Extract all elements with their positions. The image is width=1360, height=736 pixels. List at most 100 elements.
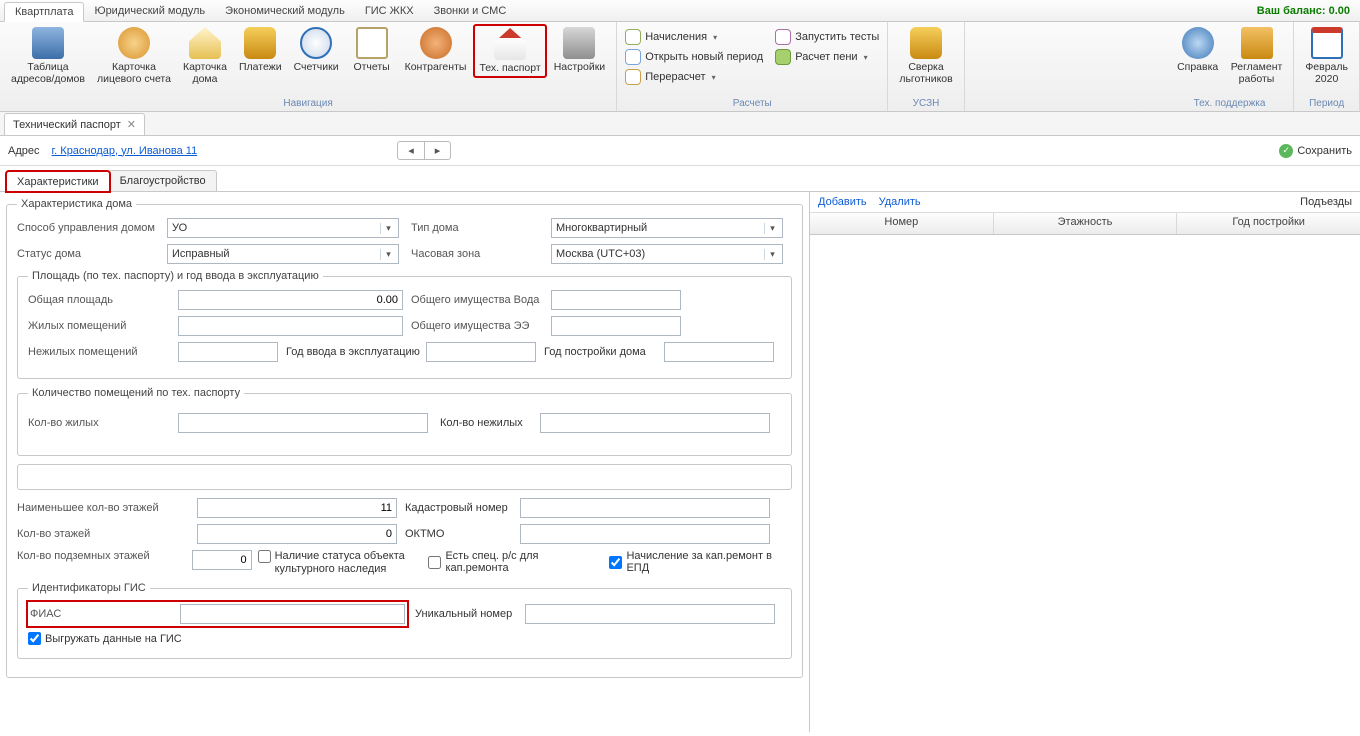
input-oktmo[interactable] — [520, 524, 770, 544]
cb-heritage[interactable]: Наличие статуса объекта культурного насл… — [258, 550, 423, 576]
btn-address-table[interactable]: Таблицаадресов/домов — [6, 24, 90, 88]
lbl-unique: Уникальный номер — [415, 608, 525, 620]
ritem-penalty[interactable]: Расчет пени▾ — [773, 48, 881, 66]
chevron-down-icon[interactable]: ▾ — [764, 223, 780, 234]
ribbon-body: Таблицаадресов/домов Карточкалицевого сч… — [0, 22, 1360, 112]
group-label-period: Период — [1300, 97, 1353, 111]
right-toolbar: Добавить Удалить Подъезды — [810, 192, 1360, 213]
btn-account-card[interactable]: Карточкалицевого счета — [92, 24, 176, 88]
right-title: Подъезды — [1300, 196, 1352, 208]
col-year[interactable]: Год постройки — [1177, 213, 1360, 234]
chevron-down-icon[interactable]: ▾ — [380, 223, 396, 234]
btn-reglament[interactable]: Регламентработы — [1226, 24, 1288, 88]
btn-help[interactable]: Справка — [1172, 24, 1224, 76]
cb-upload-gis[interactable]: Выгружать данные на ГИС — [28, 632, 182, 645]
btn-contractors[interactable]: Контрагенты — [400, 24, 472, 76]
ritem-charges[interactable]: Начисления▾ — [623, 28, 765, 46]
left-pane: Характеристика дома Способ управления до… — [0, 192, 810, 732]
btn-house-card[interactable]: Карточкадома — [178, 24, 232, 88]
group-label-uszn: УСЗН — [894, 97, 957, 111]
test-icon — [775, 29, 791, 45]
col-number[interactable]: Номер — [810, 213, 994, 234]
address-link[interactable]: г. Краснодар, ул. Иванова 11 — [52, 145, 198, 157]
chevron-down-icon: ▾ — [713, 33, 717, 42]
check-icon: ✓ — [1279, 144, 1293, 158]
ribbon-tab-calls[interactable]: Звонки и СМС — [424, 2, 517, 20]
house-red-icon — [494, 28, 526, 60]
close-icon[interactable]: ✕ — [127, 118, 136, 131]
ribbon-tabs: Квартплата Юридический модуль Экономичес… — [0, 0, 1360, 22]
house-icon — [189, 27, 221, 59]
lbl-min-floors: Наименьшее кол-во этажей — [17, 502, 197, 514]
lbl-tz: Часовая зона — [411, 248, 551, 260]
input-year-build[interactable] — [664, 342, 774, 362]
input-count-nonliving[interactable] — [540, 413, 770, 433]
input-total-area[interactable] — [178, 290, 403, 310]
balance-label: Ваш баланс: 0.00 — [1257, 5, 1356, 17]
document-tab-bar: Технический паспорт ✕ — [0, 112, 1360, 136]
ribbon-tab-legal[interactable]: Юридический модуль — [84, 2, 215, 20]
btn-delete[interactable]: Удалить — [879, 196, 921, 208]
btn-payments[interactable]: Платежи — [234, 24, 287, 76]
buildings-icon — [32, 27, 64, 59]
btn-tech-passport[interactable]: Тех. паспорт — [473, 24, 546, 78]
input-fias[interactable] — [180, 604, 405, 624]
combo-house-type[interactable]: Многоквартирный▾ — [551, 218, 783, 238]
btn-add[interactable]: Добавить — [818, 196, 867, 208]
save-button[interactable]: ✓ Сохранить — [1279, 144, 1352, 158]
ribbon-tab-kvartplata[interactable]: Квартплата — [4, 2, 84, 22]
recalc-icon — [625, 69, 641, 85]
btn-meters[interactable]: Счетчики — [289, 24, 344, 76]
help-icon — [1182, 27, 1214, 59]
doc-open-icon — [625, 49, 641, 65]
lbl-house-type: Тип дома — [411, 222, 551, 234]
lbl-living-area: Жилых помещений — [28, 320, 178, 332]
group-label-support: Тех. поддержка — [1172, 97, 1288, 111]
main-split: Характеристика дома Способ управления до… — [0, 192, 1360, 732]
combo-tz[interactable]: Москва (UTC+03)▾ — [551, 244, 783, 264]
btn-uszn[interactable]: Сверкальготников — [894, 24, 957, 88]
input-nonliving-area[interactable] — [178, 342, 278, 362]
input-underground[interactable] — [192, 550, 252, 570]
lbl-status: Статус дома — [17, 248, 167, 260]
next-button[interactable]: ▸ — [425, 142, 451, 159]
input-year-enter[interactable] — [426, 342, 536, 362]
combo-management[interactable]: УО▾ — [167, 218, 399, 238]
ritem-recalc[interactable]: Перерасчет▾ — [623, 68, 765, 86]
col-floors[interactable]: Этажность — [994, 213, 1178, 234]
combo-status[interactable]: Исправный▾ — [167, 244, 399, 264]
input-min-floors[interactable] — [197, 498, 397, 518]
input-living-area[interactable] — [178, 316, 403, 336]
input-cadastral[interactable] — [520, 498, 770, 518]
group-label-calc: Расчеты — [623, 97, 881, 111]
db-people-icon — [910, 27, 942, 59]
btn-period[interactable]: Февраль2020 — [1300, 24, 1353, 88]
ritem-open-period[interactable]: Открыть новый период — [623, 48, 765, 66]
calendar-icon — [1311, 27, 1343, 59]
input-unique[interactable] — [525, 604, 775, 624]
lbl-year-enter: Год ввода в эксплуатацию — [286, 346, 426, 358]
input-floors[interactable] — [197, 524, 397, 544]
document-tab[interactable]: Технический паспорт ✕ — [4, 113, 145, 135]
ribbon-tab-gis[interactable]: ГИС ЖКХ — [355, 2, 424, 20]
chevron-down-icon[interactable]: ▾ — [380, 249, 396, 260]
input-count-living[interactable] — [178, 413, 428, 433]
right-table-body — [810, 235, 1360, 732]
btn-settings[interactable]: Настройки — [549, 24, 611, 76]
btn-reports[interactable]: Отчеты — [346, 24, 398, 76]
money-icon — [775, 49, 791, 65]
doc-plus-icon — [625, 29, 641, 45]
lbl-nonliving-area: Нежилых помещений — [28, 346, 178, 358]
input-common-water[interactable] — [551, 290, 681, 310]
ribbon-tab-economic[interactable]: Экономический модуль — [215, 2, 355, 20]
input-common-ee[interactable] — [551, 316, 681, 336]
prev-button[interactable]: ◂ — [398, 142, 425, 159]
lbl-fias: ФИАС — [30, 608, 180, 620]
chevron-down-icon[interactable]: ▾ — [764, 249, 780, 260]
tab-amenities[interactable]: Благоустройство — [109, 170, 217, 191]
cb-spec-account[interactable]: Есть спец. р/с для кап.ремонта — [428, 550, 599, 574]
cb-epd[interactable]: Начисление за кап.ремонт в ЕПД — [609, 550, 792, 574]
tab-characteristics[interactable]: Характеристики — [6, 171, 110, 192]
lbl-common-ee: Общего имущества ЭЭ — [411, 320, 551, 332]
ritem-run-tests[interactable]: Запустить тесты — [773, 28, 881, 46]
